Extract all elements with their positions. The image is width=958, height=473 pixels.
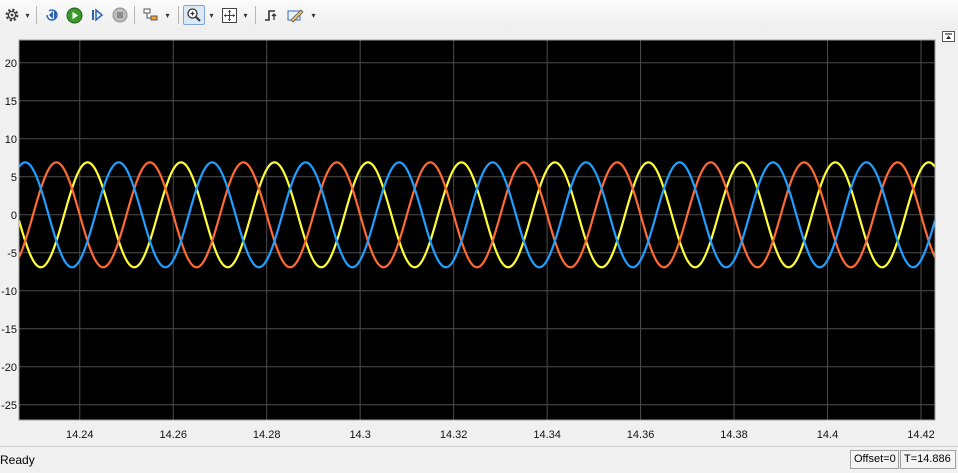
pen-ruler-icon [287, 9, 304, 23]
autoscale-button[interactable] [219, 5, 239, 25]
play-icon [66, 7, 82, 23]
x-tick-label: 14.38 [720, 429, 748, 441]
triggers-button[interactable] [261, 5, 281, 25]
toolbar: ▾ ▾ ▾ ▾ ▾ [0, 0, 958, 31]
y-tick-label: 15 [5, 96, 17, 108]
step-forward-icon [92, 8, 104, 22]
x-tick-label: 14.3 [349, 429, 370, 441]
measurements-dropdown-arrow[interactable]: ▾ [309, 5, 318, 25]
x-tick-label: 14.24 [66, 429, 94, 441]
stop-button[interactable] [110, 5, 130, 25]
y-tick-label: 20 [5, 58, 17, 70]
y-tick-label: -15 [1, 324, 17, 336]
trigger-icon [265, 10, 277, 21]
y-tick-label: -10 [1, 286, 17, 298]
run-button[interactable] [64, 5, 84, 25]
status-bar: Ready Offset=0 T=14.886 [0, 446, 958, 473]
block-diagram-icon [143, 8, 157, 21]
step-back-icon [46, 9, 58, 21]
y-tick-label: 0 [11, 210, 17, 222]
x-tick-label: 14.26 [159, 429, 187, 441]
x-tick-label: 14.32 [440, 429, 468, 441]
plot-background [19, 40, 935, 420]
highlight-dropdown-arrow[interactable]: ▾ [163, 5, 172, 25]
autoscale-icon [221, 7, 237, 23]
maximize-axes-button[interactable] [942, 31, 955, 42]
step-forward-button[interactable] [87, 5, 107, 25]
scope-plot[interactable]: 14.24 14.26 14.28 14.3 14.32 14.34 14.36 14.38 1… [0, 30, 958, 446]
highlight-block-button[interactable] [140, 5, 160, 25]
x-tick-label: 14.28 [253, 429, 281, 441]
zoom-in-icon [187, 8, 201, 22]
settings-button[interactable] [2, 5, 22, 25]
y-tick-label: -20 [1, 362, 17, 374]
status-state: Ready [0, 453, 35, 467]
scope-plot-area[interactable]: 14.24 14.26 14.28 14.3 14.32 14.34 14.36 14.38 1… [0, 30, 958, 446]
autoscale-dropdown-arrow[interactable]: ▾ [241, 5, 250, 25]
measurements-button[interactable] [285, 5, 305, 25]
zoom-dropdown-arrow[interactable]: ▾ [207, 5, 216, 25]
toolbar-separator [134, 6, 135, 24]
settings-dropdown-arrow[interactable]: ▾ [23, 5, 32, 25]
status-offset: Offset=0 [850, 450, 899, 469]
x-tick-label: 14.4 [817, 429, 838, 441]
step-back-button[interactable] [42, 5, 62, 25]
y-tick-label: 5 [11, 172, 17, 184]
status-time: T=14.886 [900, 450, 956, 469]
restore-icon [945, 33, 952, 39]
stop-icon [112, 7, 128, 23]
y-tick-label: -25 [1, 400, 17, 412]
gear-icon [5, 8, 19, 22]
toolbar-separator [36, 6, 37, 24]
toolbar-separator [178, 6, 179, 24]
y-tick-label: 10 [5, 134, 17, 146]
x-tick-label: 14.42 [907, 429, 935, 441]
zoom-button[interactable] [183, 5, 205, 25]
x-tick-label: 14.36 [627, 429, 655, 441]
y-tick-label: -5 [7, 248, 17, 260]
toolbar-separator [255, 6, 256, 24]
x-tick-label: 14.34 [533, 429, 561, 441]
